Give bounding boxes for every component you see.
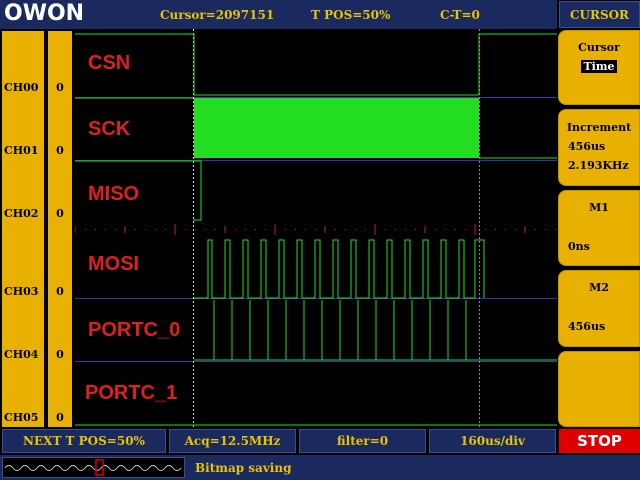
signal-name-mosi: MOSI [88,253,140,275]
menu-cursor-mode[interactable]: Cursor Time [558,30,640,105]
channel-value-ch03: 0 [56,285,64,298]
time-ruler [75,224,557,235]
owon-logo: OWON [4,1,85,26]
signal-name-portc0: PORTC_0 [88,319,181,341]
menu-m2-value: 456us [568,320,606,333]
menu-increment-label: Increment [566,121,632,134]
filter-button[interactable]: filter=0 [299,429,426,453]
channel-value-ch01: 0 [56,144,64,157]
signal-name-sck: SCK [88,118,131,140]
menu-m1[interactable]: M1 0ns [558,190,640,266]
signal-name-miso: MISO [88,183,140,205]
tpos-readout: T POS=50% [311,8,391,22]
menu-cursor-label: Cursor [578,41,620,54]
waveform-display[interactable]: CSN SCK MISO MOSI PORTC_0 PORTC_1 [75,29,557,427]
channel-value-ch05: 0 [56,411,64,424]
signal-name-portc1: PORTC_1 [85,382,178,404]
memory-overview[interactable] [2,457,185,478]
trace-sck-burst [194,98,479,158]
channel-value-ch04: 0 [56,348,64,361]
menu-m1-label: M1 [589,201,609,214]
menu-m1-value: 0ns [568,240,590,253]
ct-readout: C-T=0 [440,8,480,22]
acq-rate-button[interactable]: Acq=12.5MHz [169,429,296,453]
memory-overview-waveform-icon [4,459,182,476]
timebase-button[interactable]: 160us/div [429,429,556,453]
signal-name-csn: CSN [88,52,131,74]
menu-title: CURSOR [559,1,640,28]
cursor-readout: Cursor=2097151 [160,8,275,22]
waveform-canvas [75,29,557,427]
trace-portc0-pulses [213,300,467,360]
channel-label-ch05[interactable]: CH05 [4,412,44,424]
menu-increment-freq: 2.193KHz [568,159,629,172]
channel-value-ch00: 0 [56,81,64,94]
channel-label-ch02[interactable]: CH02 [4,208,44,220]
menu-empty-slot[interactable] [558,351,640,427]
channel-label-ch04[interactable]: CH04 [4,349,44,361]
menu-cursor-value: Time [581,60,617,73]
run-stop-button[interactable]: STOP [559,429,640,453]
channel-label-ch00[interactable]: CH00 [4,82,44,94]
trace-csn [75,33,557,96]
status-message: Bitmap saving [195,461,292,475]
next-tpos-button[interactable]: NEXT T POS=50% [2,429,166,453]
channel-label-ch03[interactable]: CH03 [4,286,44,298]
channel-label-ch01[interactable]: CH01 [4,145,44,157]
menu-increment[interactable]: Increment 456us 2.193KHz [558,109,640,186]
channel-value-ch02: 0 [56,207,64,220]
menu-m2[interactable]: M2 456us [558,270,640,347]
menu-increment-time: 456us [568,140,606,153]
trace-mosi [194,239,485,299]
menu-m2-label: M2 [589,281,609,294]
